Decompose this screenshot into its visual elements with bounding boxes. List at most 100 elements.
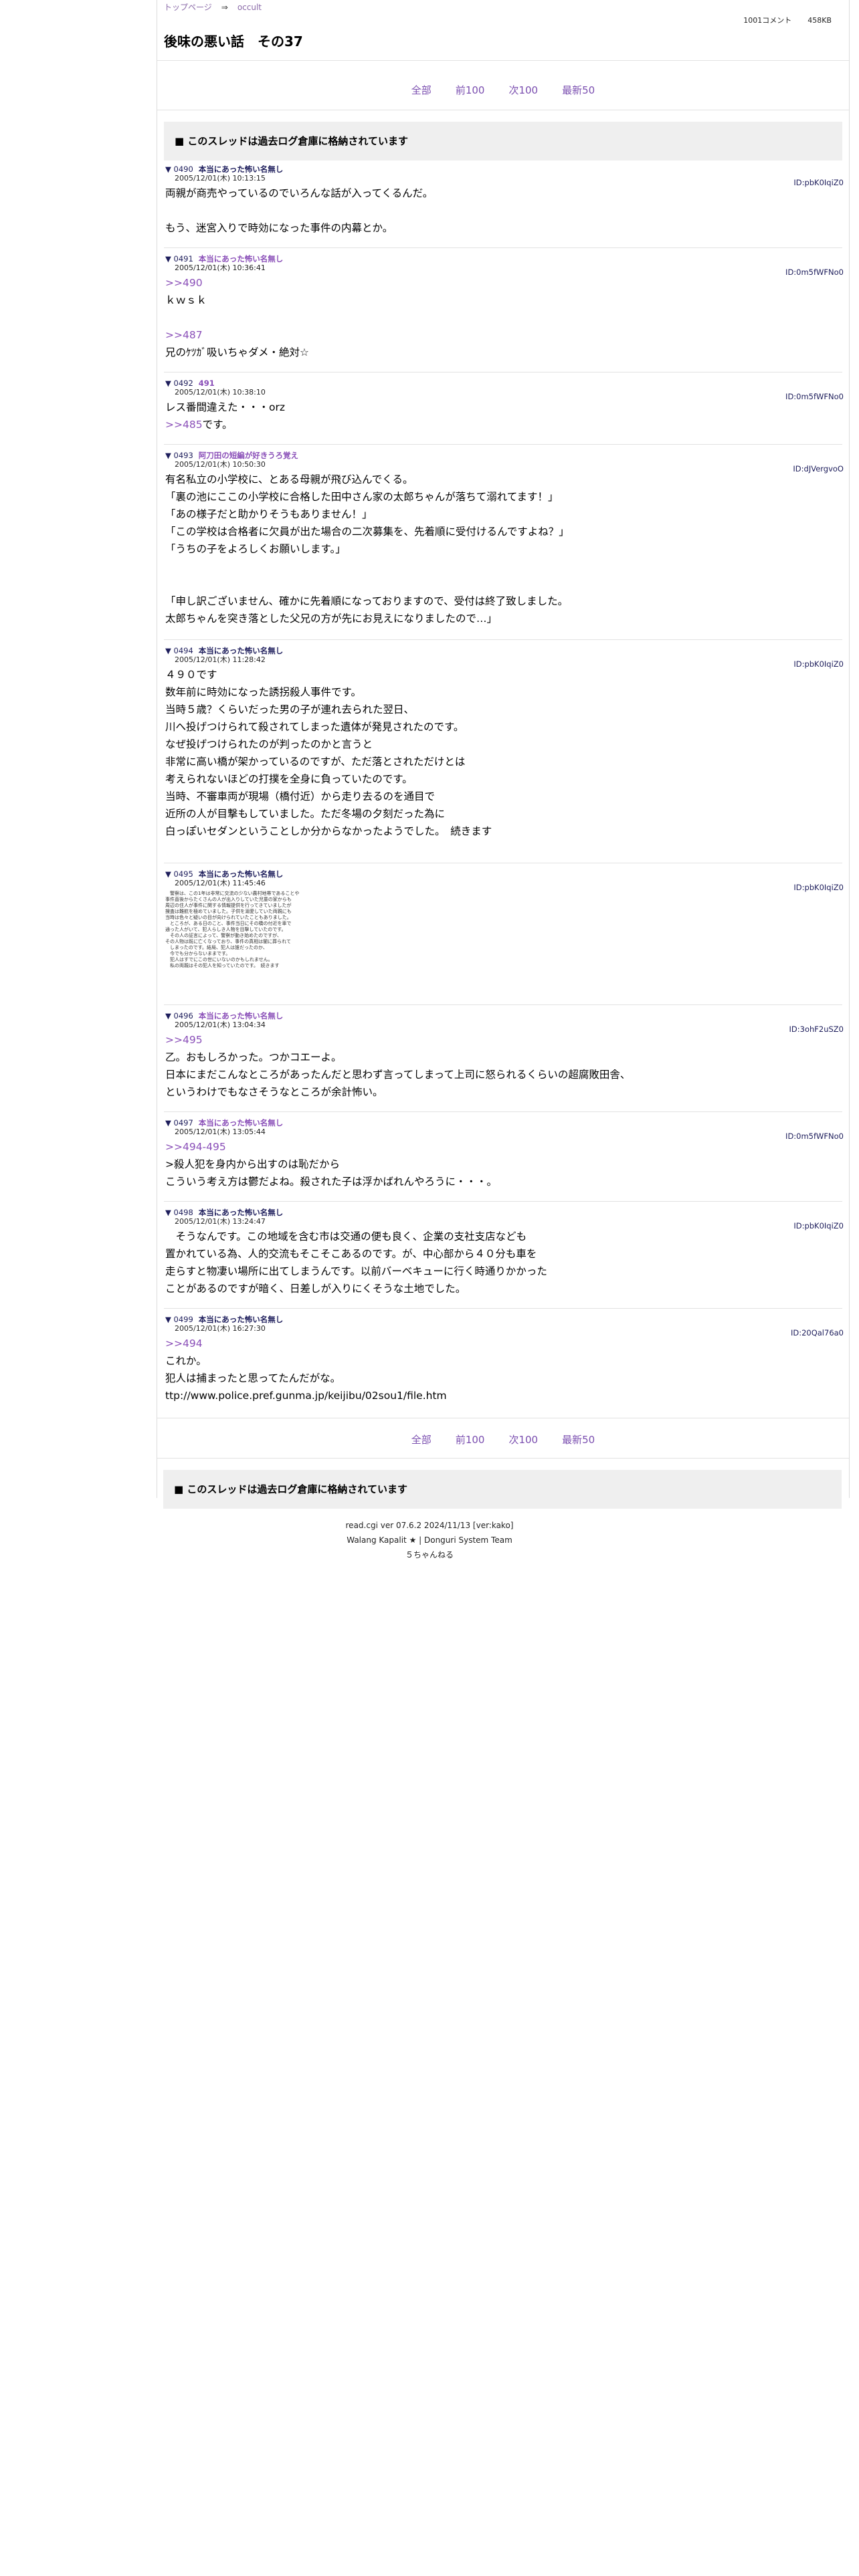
nav-prev100-link[interactable]: 前100	[456, 84, 485, 96]
post-id[interactable]: ID:pbK0IqiZ0	[793, 659, 844, 669]
post-id[interactable]: ID:dJVergvoO	[793, 464, 844, 473]
post-number[interactable]: ▼ 0495	[165, 869, 193, 879]
post-author: 阿刀田の短編が好きうろ覚え	[198, 451, 299, 460]
post-body: そうなんです。この地域を含む市は交通の便も良く、企業の支社支店なども 置かれてい…	[165, 1230, 547, 1295]
nav-all-link[interactable]: 全部	[411, 84, 432, 96]
post-0492: ▼ 0492 491 2005/12/01(木) 10:38:10 ID:0m5f…	[165, 379, 844, 433]
post-header: ▼ 0497 本当にあった怖い名無し	[165, 1118, 844, 1128]
footer-site-name[interactable]: ５ちゃんねる	[0, 1547, 859, 1562]
post-text: 乙。おもしろかった。つかコエーよ。 日本にまだこんなところがあったんだと思わず言…	[165, 1051, 631, 1098]
post-author: 本当にあった怖い名無し	[198, 1208, 284, 1217]
post-0493: ▼ 0493 阿刀田の短編が好きうろ覚え 2005/12/01(木) 10:50:…	[165, 451, 844, 627]
archived-notice: ■ このスレッドは過去ログ倉庫に格納されています	[164, 122, 842, 160]
post-text: >殺人犯を身内から出すのは恥だから こういう考え方は鬱だよね。殺された子は浮かば…	[165, 1158, 498, 1188]
post-author: 本当にあった怖い名無し	[198, 869, 284, 879]
reply-anchor-link[interactable]: >>494-495	[165, 1141, 226, 1153]
post-0494: ▼ 0494 本当にあった怖い名無し 2005/12/01(木) 11:28:42…	[165, 646, 844, 840]
post-author: 本当にあった怖い名無し	[198, 1118, 284, 1128]
page-container: トップページ ⇒ occult 1001コメント 458KB 後味の悪い話 その37 …	[157, 0, 850, 1498]
post-date: 2005/12/01(木) 13:24:47	[175, 1217, 266, 1226]
post-number[interactable]: ▼ 0494	[165, 646, 193, 655]
post-number[interactable]: ▼ 0493	[165, 451, 193, 460]
post-0496: ▼ 0496 本当にあった怖い名無し 2005/12/01(木) 13:04:34…	[165, 1011, 844, 1101]
post-body: >>495 乙。おもしろかった。つかコエーよ。 日本にまだこんなところがあったん…	[165, 1031, 844, 1101]
divider	[164, 444, 842, 445]
post-header: ▼ 0491 本当にあった怖い名無し	[165, 254, 844, 263]
post-number[interactable]: ▼ 0497	[165, 1118, 193, 1128]
post-author: 本当にあった怖い名無し	[198, 646, 284, 655]
post-author: 本当にあった怖い名無し	[198, 254, 284, 263]
footer-credits: Walang Kapalit ★ | Donguri System Team	[347, 1535, 512, 1545]
post-id[interactable]: ID:pbK0IqiZ0	[793, 178, 844, 187]
post-number[interactable]: ▼ 0496	[165, 1011, 193, 1021]
post-author: 491	[198, 379, 215, 388]
post-0499: ▼ 0499 本当にあった怖い名無し 2005/12/01(木) 16:27:30…	[165, 1315, 844, 1404]
breadcrumb-separator: ⇒	[221, 3, 228, 12]
page-footer: read.cgi ver 07.6.2 2024/11/13 [ver:kako…	[0, 1518, 859, 1562]
post-date: 2005/12/01(木) 10:50:30	[175, 460, 266, 469]
nav-latest50-link[interactable]: 最新50	[562, 84, 595, 96]
post-number[interactable]: ▼ 0490	[165, 165, 193, 174]
post-date: 2005/12/01(木) 10:38:10	[175, 388, 266, 397]
post-body: 両親が商売やっているのでいろんな話が入ってくるんだ。 もう、迷宮入りで時効になっ…	[165, 187, 434, 234]
reply-anchor-link[interactable]: >>494	[165, 1337, 203, 1350]
post-text: これか。 犯人は捕まったと思ってたんだがな。 ttp://www.police.…	[165, 1355, 447, 1402]
divider	[157, 60, 849, 61]
post-id[interactable]: ID:3ohF2uSZ0	[789, 1025, 844, 1034]
post-body: レス番間違えた・・・orz >>485です。	[165, 399, 844, 433]
post-date: 2005/12/01(木) 13:04:34	[175, 1021, 266, 1029]
post-id[interactable]: ID:pbK0IqiZ0	[793, 1221, 844, 1230]
post-body: >>494-495 >殺人犯を身内から出すのは恥だから こういう考え方は鬱だよね…	[165, 1138, 844, 1190]
breadcrumb-board-link[interactable]: occult	[237, 3, 262, 12]
reply-anchor-link[interactable]: >>495	[165, 1034, 203, 1046]
post-author: 本当にあった怖い名無し	[198, 165, 284, 174]
post-0495: ▼ 0495 本当にあった怖い名無し 2005/12/01(木) 11:45:46…	[165, 869, 844, 969]
post-id[interactable]: ID:pbK0IqiZ0	[793, 883, 844, 892]
post-body: >>490 ｋｗｓｋ >>487 兄のｹﾂｶﾞ吸いちゃダメ・絶対☆	[165, 274, 844, 361]
thread-size: 458KB	[807, 16, 832, 25]
divider	[164, 247, 842, 248]
post-id[interactable]: ID:0m5fWFNo0	[785, 392, 844, 401]
nav-all-link[interactable]: 全部	[411, 1434, 432, 1446]
post-number[interactable]: ▼ 0491	[165, 254, 193, 263]
post-date: 2005/12/01(木) 10:13:15	[175, 174, 266, 183]
post-body-small-text: 警察は、この1年は非常に交流の少ない農村地帯であることや 事件直後からたくさんの…	[165, 891, 300, 968]
post-body: >>494 これか。 犯人は捕まったと思ってたんだがな。 ttp://www.p…	[165, 1335, 844, 1404]
divider	[157, 1458, 849, 1459]
post-0498: ▼ 0498 本当にあった怖い名無し 2005/12/01(木) 13:24:47…	[165, 1208, 844, 1297]
post-number[interactable]: ▼ 0498	[165, 1208, 193, 1217]
thread-nav-top: 全部 前100 次100 最新50	[157, 83, 849, 97]
post-date: 2005/12/01(木) 11:45:46	[175, 879, 266, 887]
post-author: 本当にあった怖い名無し	[198, 1315, 284, 1324]
post-header: ▼ 0499 本当にあった怖い名無し	[165, 1315, 844, 1324]
comment-count: 1001コメント	[743, 16, 792, 25]
post-0497: ▼ 0497 本当にあった怖い名無し 2005/12/01(木) 13:05:44…	[165, 1118, 844, 1190]
post-id[interactable]: ID:0m5fWFNo0	[785, 267, 844, 277]
post-text: ｋｗｓｋ	[165, 294, 207, 306]
reply-anchor-link[interactable]: >>485	[165, 419, 203, 431]
nav-prev100-link[interactable]: 前100	[456, 1434, 485, 1446]
nav-next100-link[interactable]: 次100	[508, 1434, 538, 1446]
reply-anchor-link[interactable]: >>490	[165, 277, 203, 289]
nav-latest50-link[interactable]: 最新50	[562, 1434, 595, 1446]
breadcrumb: トップページ ⇒ occult	[164, 1, 262, 13]
post-date: 2005/12/01(木) 11:28:42	[175, 655, 266, 664]
post-author: 本当にあった怖い名無し	[198, 1011, 284, 1021]
nav-next100-link[interactable]: 次100	[508, 84, 538, 96]
post-text: レス番間違えた・・・orz	[165, 401, 285, 413]
post-header: ▼ 0493 阿刀田の短編が好きうろ覚え	[165, 451, 844, 460]
reply-anchor-link[interactable]: >>487	[165, 329, 203, 341]
thread-nav-bottom: 全部 前100 次100 最新50	[157, 1432, 849, 1446]
breadcrumb-home-link[interactable]: トップページ	[164, 3, 212, 12]
post-date: 2005/12/01(木) 10:36:41	[175, 263, 266, 272]
post-0491: ▼ 0491 本当にあった怖い名無し 2005/12/01(木) 10:36:41…	[165, 254, 844, 361]
footer-version: read.cgi ver 07.6.2 2024/11/13 [ver:kako…	[345, 1521, 514, 1530]
thread-meta: 1001コメント 458KB	[727, 15, 832, 25]
post-header: ▼ 0492 491	[165, 379, 844, 388]
divider	[164, 1004, 842, 1005]
post-id[interactable]: ID:0m5fWFNo0	[785, 1132, 844, 1141]
post-id[interactable]: ID:20Qal76a0	[791, 1328, 844, 1337]
post-header: ▼ 0496 本当にあった怖い名無し	[165, 1011, 844, 1021]
post-number[interactable]: ▼ 0499	[165, 1315, 193, 1324]
post-number[interactable]: ▼ 0492	[165, 379, 193, 388]
